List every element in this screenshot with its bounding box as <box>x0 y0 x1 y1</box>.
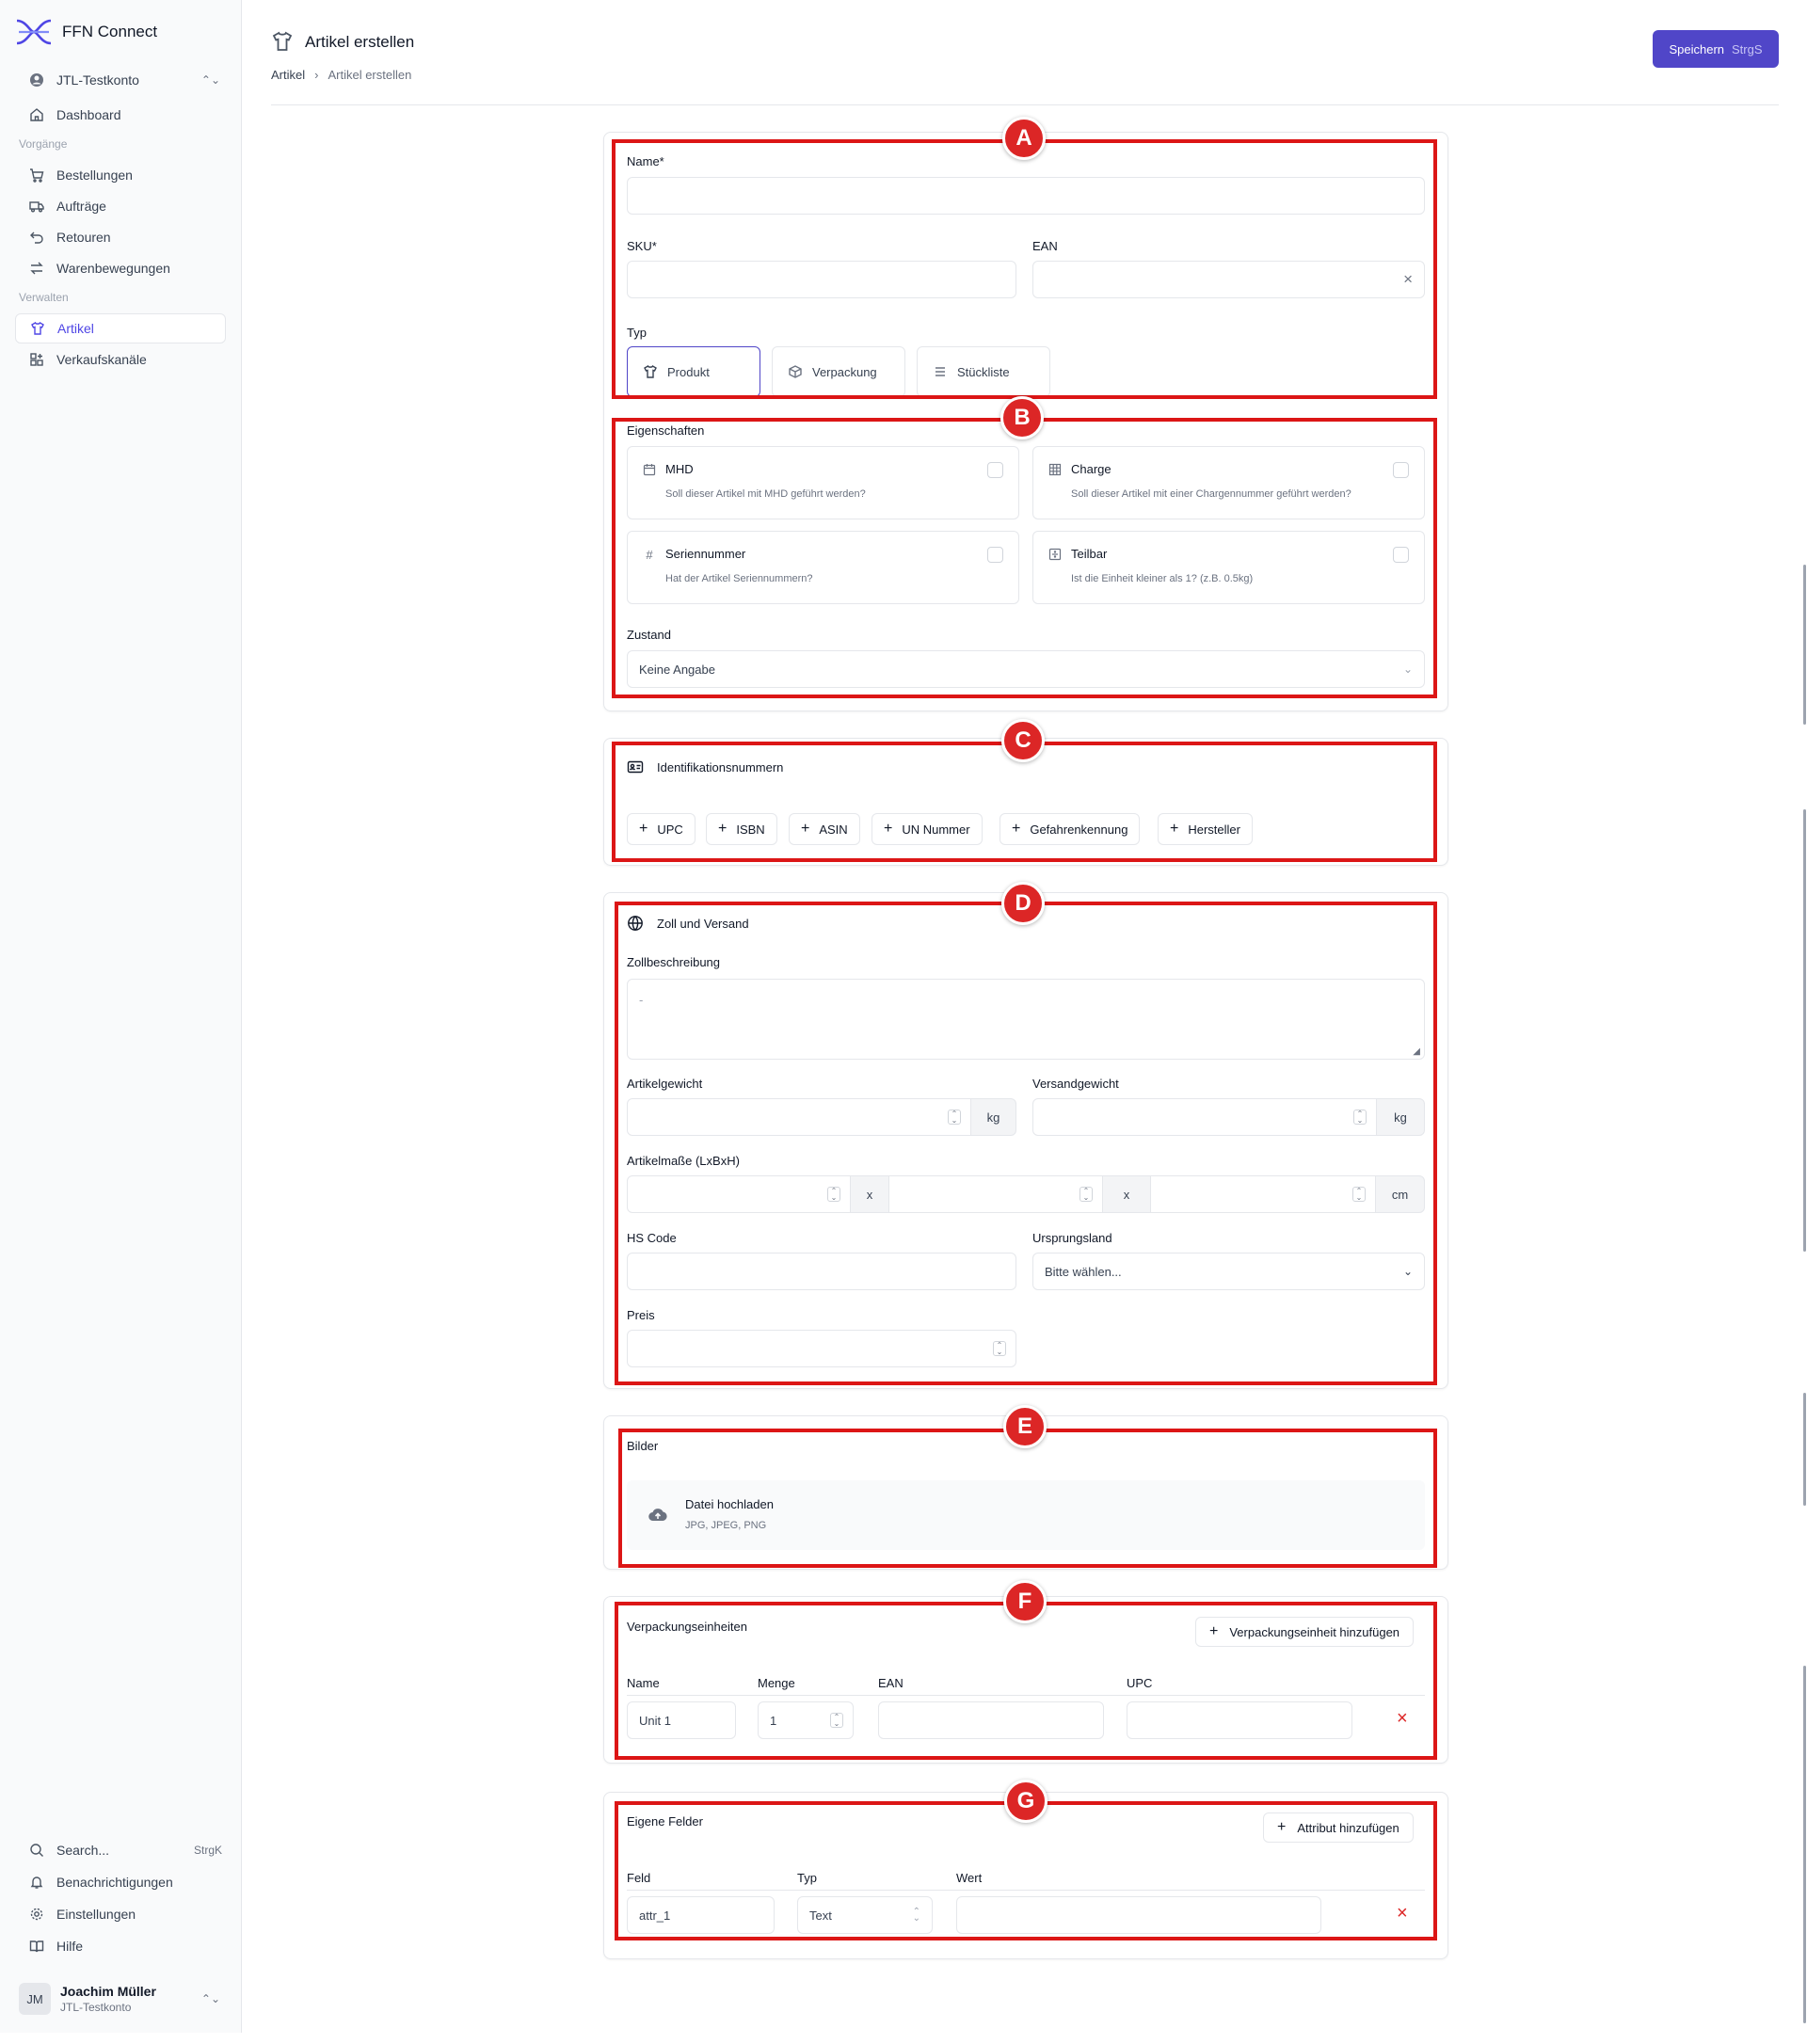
sidebar-item-returns[interactable]: Retouren <box>15 222 226 252</box>
breadcrumb-current: Artikel erstellen <box>328 68 412 82</box>
marker-a: A <box>1002 117 1046 160</box>
sidebar-search[interactable]: Search... StrgK <box>15 1835 226 1865</box>
sidebar-item-label: Bestellungen <box>56 168 133 183</box>
marker-g: G <box>1004 1780 1047 1823</box>
return-arrow-icon <box>28 229 45 246</box>
marker-f: F <box>1003 1580 1047 1623</box>
highlight-box-a <box>612 139 1437 399</box>
highlight-box-d <box>615 902 1437 1385</box>
book-open-icon <box>28 1938 45 1955</box>
chevron-up-down-icon: ⌃⌄ <box>200 1992 220 2005</box>
account-switcher[interactable]: JTL-Testkonto ⌃⌄ <box>15 65 226 95</box>
scrollbar-thumb[interactable] <box>1803 809 1806 1252</box>
sidebar-item-dashboard[interactable]: Dashboard <box>15 100 226 130</box>
gear-icon <box>28 1906 45 1923</box>
ffn-logo-icon <box>16 19 52 45</box>
shopping-cart-icon <box>28 167 45 184</box>
sidebar-item-label: Verkaufskanäle <box>56 352 147 367</box>
scrollbar-thumb[interactable] <box>1803 565 1806 725</box>
sidebar-item-label: Einstellungen <box>56 1907 136 1922</box>
home-icon <box>28 106 45 123</box>
sidebar-section-processes: Vorgänge <box>19 137 68 151</box>
sidebar-item-label: Retouren <box>56 230 111 245</box>
arrows-exchange-icon <box>28 260 45 277</box>
scrollbar-thumb[interactable] <box>1803 1666 1806 2023</box>
sidebar-item-movements[interactable]: Warenbewegungen <box>15 253 226 283</box>
apps-grid-icon <box>28 351 45 368</box>
marker-c: C <box>1001 719 1045 762</box>
sidebar-item-articles[interactable]: Artikel <box>15 313 226 343</box>
sidebar-item-orders[interactable]: Bestellungen <box>15 160 226 190</box>
save-shortcut: StrgS <box>1732 41 1763 56</box>
user-menu[interactable]: JM Joachim Müller JTL-Testkonto ⌃⌄ <box>15 1976 226 2021</box>
sidebar-item-label: Artikel <box>57 321 94 336</box>
avatar: JM <box>19 1983 51 2015</box>
user-account: JTL-Testkonto <box>60 2001 132 2014</box>
sidebar-item-label: Dashboard <box>56 107 121 122</box>
shirt-icon <box>272 31 293 51</box>
marker-b: B <box>1000 396 1044 439</box>
sidebar-item-label: Warenbewegungen <box>56 261 170 276</box>
sidebar: FFN Connect JTL-Testkonto ⌃⌄ Dashboard V… <box>0 0 242 2033</box>
sidebar-item-notifications[interactable]: Benachrichtigungen <box>15 1867 226 1897</box>
highlight-box-f <box>615 1602 1437 1760</box>
user-circle-icon <box>28 72 45 88</box>
save-label: Speichern <box>1669 41 1725 56</box>
breadcrumb: Artikel › Artikel erstellen <box>271 68 411 82</box>
highlight-box-b <box>612 418 1437 698</box>
search-icon <box>28 1842 45 1859</box>
chevron-up-down-icon: ⌃⌄ <box>200 73 220 87</box>
marker-e: E <box>1003 1405 1047 1448</box>
truck-icon <box>28 198 45 215</box>
account-name: JTL-Testkonto <box>56 72 139 88</box>
header-divider <box>271 104 1779 105</box>
sidebar-item-label: Benachrichtigungen <box>56 1875 173 1890</box>
save-button[interactable]: Speichern StrgS <box>1653 30 1779 68</box>
sidebar-item-label: Hilfe <box>56 1939 84 1954</box>
scrollbar-thumb[interactable] <box>1803 1393 1806 1506</box>
sidebar-item-jobs[interactable]: Aufträge <box>15 191 226 221</box>
app-logo[interactable]: FFN Connect <box>15 17 157 47</box>
breadcrumb-articles[interactable]: Artikel <box>271 68 305 82</box>
user-meta: Joachim Müller JTL-Testkonto <box>60 1984 156 2014</box>
user-name: Joachim Müller <box>60 1984 156 1999</box>
marker-d: D <box>1001 882 1045 925</box>
bell-icon <box>28 1874 45 1891</box>
page-title: Artikel erstellen <box>305 33 415 51</box>
app-name: FFN Connect <box>62 23 158 40</box>
chevron-right-icon: › <box>314 68 319 82</box>
sidebar-item-settings[interactable]: Einstellungen <box>15 1899 226 1929</box>
search-label: Search... <box>56 1843 110 1858</box>
sidebar-item-help[interactable]: Hilfe <box>15 1931 226 1961</box>
highlight-box-e <box>618 1429 1437 1568</box>
search-shortcut: StrgK <box>193 1844 222 1857</box>
sidebar-item-label: Aufträge <box>56 199 106 214</box>
sidebar-section-manage: Verwalten <box>19 291 69 304</box>
shirt-icon <box>29 320 46 337</box>
sidebar-item-channels[interactable]: Verkaufskanäle <box>15 344 226 375</box>
